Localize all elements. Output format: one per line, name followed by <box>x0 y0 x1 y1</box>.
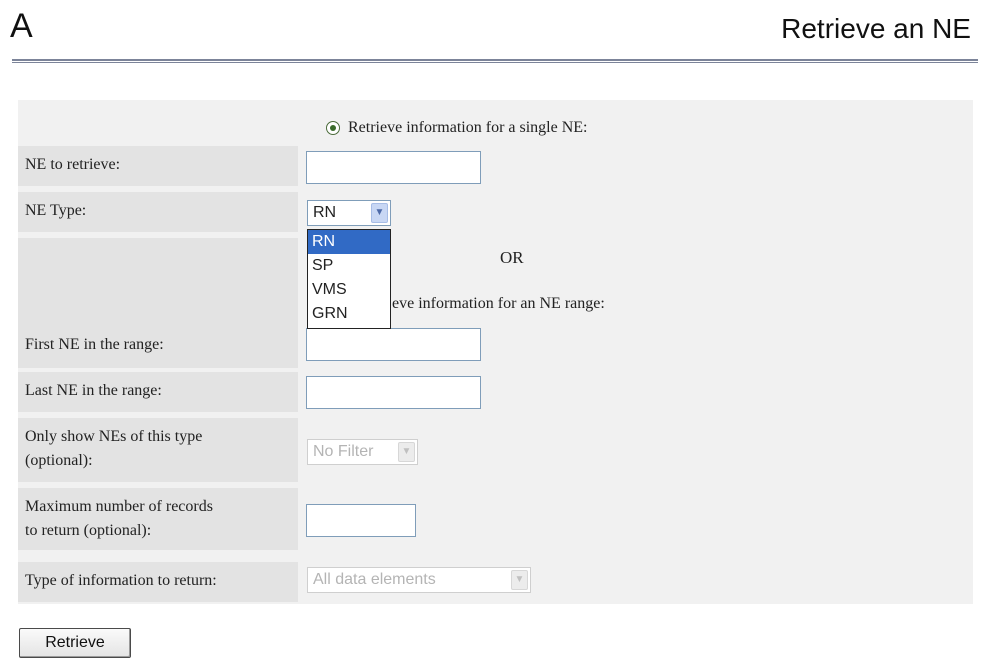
ne-type-label: NE Type: <box>18 192 298 232</box>
ne-type-selected-value: RN <box>313 204 337 221</box>
type-filter-select[interactable]: No Filter ▼ <box>307 439 418 465</box>
max-records-label-line2: to return (optional): <box>25 522 152 539</box>
last-ne-input[interactable] <box>306 376 481 409</box>
retrieve-button[interactable]: Retrieve <box>19 628 131 658</box>
page-title: Retrieve an NE <box>781 13 971 44</box>
single-ne-radio-label: Retrieve information for a single NE: <box>348 119 588 136</box>
max-records-label: Maximum number of records to return (opt… <box>18 488 298 550</box>
chevron-down-icon[interactable]: ▼ <box>371 203 388 223</box>
ne-type-option[interactable]: VMS <box>308 278 390 302</box>
chevron-down-icon[interactable]: ▼ <box>398 442 415 462</box>
type-filter-label: Only show NEs of this type (optional): <box>18 418 298 482</box>
info-type-label: Type of information to return: <box>18 562 298 602</box>
info-type-selected-value: All data elements <box>313 571 436 588</box>
ne-type-dropdown-list[interactable]: RN SP VMS GRN <box>307 229 391 329</box>
first-ne-input[interactable] <box>306 328 481 361</box>
page: A Retrieve an NE Retrieve information fo… <box>0 0 987 665</box>
ne-type-option[interactable]: GRN <box>308 302 390 326</box>
type-filter-selected-value: No Filter <box>313 443 374 460</box>
or-section-spacer <box>18 238 298 326</box>
panel-letter: A <box>10 7 33 45</box>
ne-range-radio-label: eve information for an NE range: <box>392 295 605 312</box>
chevron-down-icon[interactable]: ▼ <box>511 570 528 590</box>
ne-type-option[interactable]: SP <box>308 254 390 278</box>
radio-checked-icon[interactable] <box>326 121 340 135</box>
first-ne-label: First NE in the range: <box>18 326 298 368</box>
ne-type-option[interactable]: RN <box>308 230 390 254</box>
type-filter-label-line2: (optional): <box>25 452 93 469</box>
max-records-input[interactable] <box>306 504 416 537</box>
type-filter-label-line1: Only show NEs of this type <box>25 428 203 445</box>
last-ne-label: Last NE in the range: <box>18 372 298 412</box>
or-separator: OR <box>500 248 524 267</box>
ne-to-retrieve-label: NE to retrieve: <box>18 146 298 186</box>
info-type-select[interactable]: All data elements ▼ <box>307 567 531 593</box>
title-divider <box>12 59 978 63</box>
retrieve-form: Retrieve information for a single NE: NE… <box>18 100 973 604</box>
max-records-label-line1: Maximum number of records <box>25 498 213 515</box>
ne-to-retrieve-input[interactable] <box>306 151 481 184</box>
single-ne-radio-option[interactable]: Retrieve information for a single NE: <box>326 118 587 138</box>
ne-type-select[interactable]: RN ▼ <box>307 200 391 226</box>
